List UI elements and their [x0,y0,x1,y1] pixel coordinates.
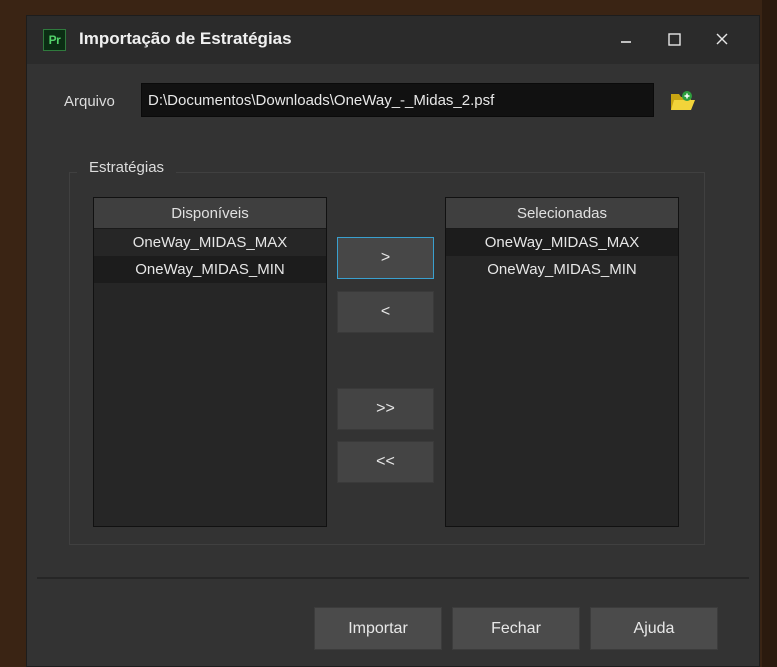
app-logo-icon: Pr [43,29,66,51]
remove-selected-button[interactable]: < [337,291,434,333]
minimize-icon [621,41,631,43]
selected-list-header[interactable]: Selecionadas [446,198,678,229]
file-label: Arquivo [64,93,115,110]
maximize-button[interactable] [652,24,696,56]
add-all-button[interactable]: >> [337,388,434,430]
remove-all-button[interactable]: << [337,441,434,483]
close-button[interactable] [700,24,744,56]
maximize-icon [668,33,681,46]
selected-strategies-list[interactable]: Selecionadas OneWay_MIDAS_MAX OneWay_MID… [445,197,679,527]
desktop-background [762,0,777,667]
help-button[interactable]: Ajuda [590,607,718,650]
browse-file-button[interactable] [669,88,697,114]
strategies-group-title: Estratégias [77,159,177,176]
window-title: Importação de Estratégias [79,29,292,48]
folder-open-icon [671,91,695,110]
list-item[interactable]: OneWay_MIDAS_MIN [94,256,326,283]
import-strategies-dialog: Pr Importação de Estratégias Arquivo D:\… [26,15,760,667]
minimize-button[interactable] [604,24,648,56]
list-item[interactable]: OneWay_MIDAS_MIN [446,256,678,283]
list-item[interactable]: OneWay_MIDAS_MAX [94,229,326,256]
close-dialog-button[interactable]: Fechar [452,607,580,650]
available-list-header[interactable]: Disponíveis [94,198,326,229]
add-selected-button[interactable]: > [337,237,434,279]
title-bar[interactable]: Pr Importação de Estratégias [27,16,759,64]
close-icon [716,33,728,45]
available-strategies-list[interactable]: Disponíveis OneWay_MIDAS_MAX OneWay_MIDA… [93,197,327,527]
file-path-input[interactable] [141,83,654,117]
footer-divider [37,577,749,579]
import-button[interactable]: Importar [314,607,442,650]
list-item[interactable]: OneWay_MIDAS_MAX [446,229,678,256]
